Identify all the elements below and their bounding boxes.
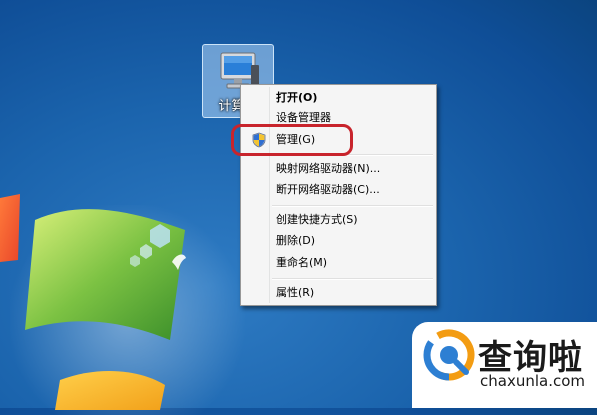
watermark: 查询啦 chaxunla.com: [412, 322, 597, 408]
menu-item-delete[interactable]: 删除(D): [243, 230, 434, 252]
menu-item-device-manager[interactable]: 设备管理器: [243, 107, 434, 129]
menu-item-label: 映射网络驱动器(N)...: [276, 162, 381, 175]
menu-item-map-network-drive[interactable]: 映射网络驱动器(N)...: [243, 158, 434, 180]
menu-item-label: 断开网络驱动器(C)...: [276, 183, 380, 196]
menu-item-label: 设备管理器: [276, 111, 331, 124]
menu-item-create-shortcut[interactable]: 创建快捷方式(S): [243, 209, 434, 231]
menu-item-label: 属性(R): [276, 286, 315, 299]
menu-item-rename[interactable]: 重命名(M): [243, 252, 434, 274]
menu-item-label: 创建快捷方式(S): [276, 213, 358, 226]
menu-item-label: 重命名(M): [276, 256, 328, 269]
menu-separator: [272, 205, 433, 207]
menu-item-properties[interactable]: 属性(R): [243, 282, 434, 304]
context-menu: 打开(O) 设备管理器 管理(G) 映射网络驱动器(N)... 断开网络驱动器(…: [240, 84, 437, 306]
menu-item-label: 打开(O): [276, 91, 318, 104]
menu-item-open[interactable]: 打开(O): [243, 87, 434, 109]
uac-shield-icon: [252, 132, 266, 148]
menu-item-label: 管理(G): [276, 133, 316, 146]
menu-separator: [272, 278, 433, 280]
watermark-url: chaxunla.com: [480, 372, 585, 390]
windows-logo-wallpaper: [0, 194, 186, 410]
menu-item-manage[interactable]: 管理(G): [243, 129, 434, 151]
menu-item-label: 删除(D): [276, 234, 316, 247]
desktop: 计算机 打开(O) 设备管理器 管理(G) 映射网络驱动器(N)... 断开网络…: [0, 0, 597, 415]
chaxunla-logo-icon: [423, 329, 475, 381]
menu-item-disconnect-network-drive[interactable]: 断开网络驱动器(C)...: [243, 179, 434, 201]
menu-separator: [272, 154, 433, 156]
